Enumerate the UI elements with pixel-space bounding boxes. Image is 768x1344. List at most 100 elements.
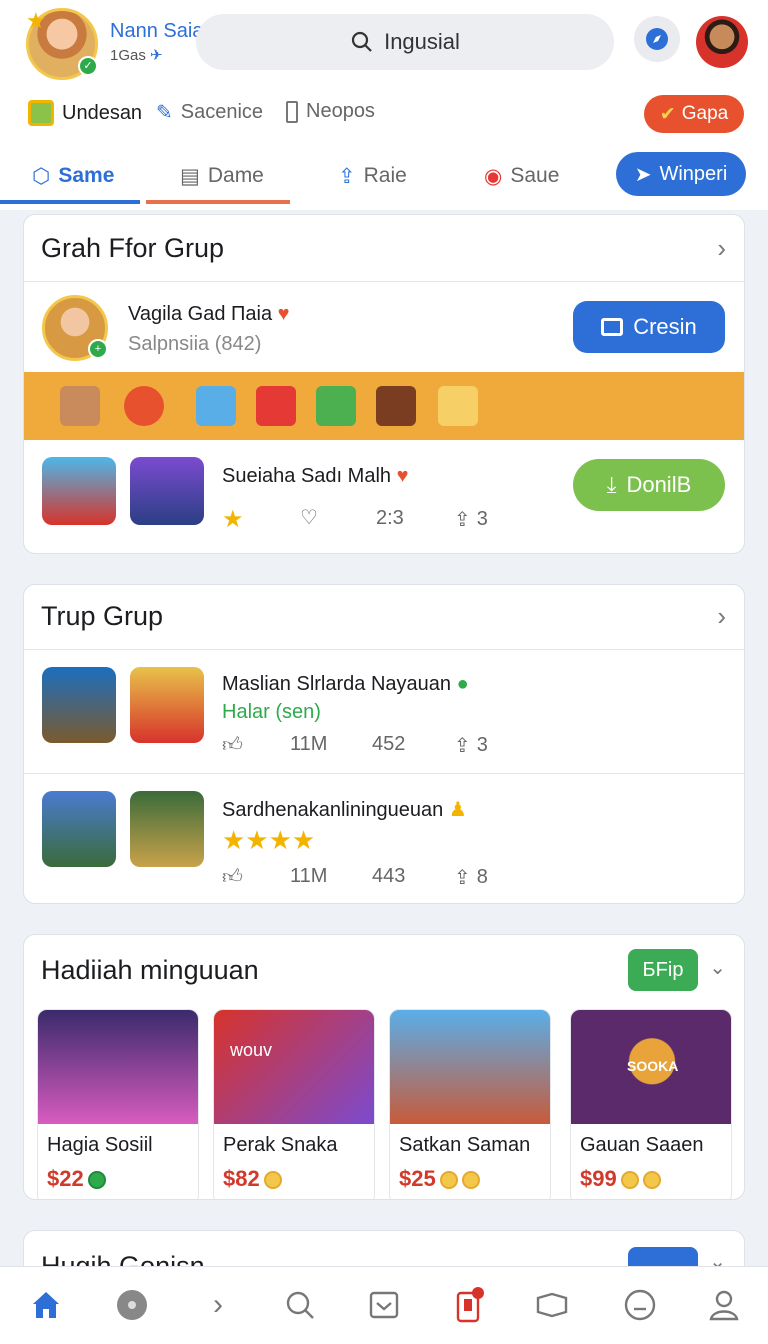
- product-banner-text: wouv: [230, 1040, 273, 1060]
- bottom-navigation: ›: [0, 1266, 768, 1344]
- verified-badge-icon: ✓: [78, 56, 98, 76]
- count-stat: 452: [372, 733, 406, 755]
- product-card[interactable]: Hagia Sosiil $22: [37, 1009, 199, 1199]
- product-card[interactable]: wouv Perak Snaka $82: [213, 1009, 375, 1199]
- winperi-button[interactable]: ➤ Winperi: [616, 152, 746, 196]
- gift-icon: [28, 100, 54, 126]
- tab-raie[interactable]: ⇪ Raie: [338, 150, 407, 202]
- subnav-item-sacenice[interactable]: ✎ Sacenice: [156, 100, 263, 125]
- views-stat: 11M: [290, 865, 328, 887]
- search-bar[interactable]: Ingusial: [196, 14, 614, 70]
- tab-active-underline: [0, 200, 140, 204]
- product-price: $25: [399, 1166, 480, 1192]
- trophy-icon: ♟: [448, 799, 467, 821]
- share-stat[interactable]: ⇪ 8: [454, 865, 488, 890]
- clipboard-icon: ▤: [180, 164, 200, 188]
- product-image: SOOKA: [571, 1010, 731, 1124]
- inbox-icon[interactable]: [366, 1287, 402, 1323]
- candy-icon[interactable]: [124, 386, 164, 426]
- views-stat: 11M: [290, 733, 328, 755]
- card-trup-grup: Trup Grup › Maslian Slrlarda Nayauan ● H…: [23, 584, 745, 904]
- donilb-button[interactable]: ⤓ DonilB: [573, 459, 725, 511]
- coin-icon: [263, 1171, 282, 1190]
- chevron-right-icon[interactable]: ›: [717, 233, 726, 264]
- like-stat[interactable]: ♡: [300, 505, 318, 530]
- phone-notification-icon[interactable]: [450, 1287, 486, 1323]
- rocket-icon: ✈: [150, 47, 163, 64]
- subnav-item-neopos[interactable]: Neopos: [286, 100, 375, 123]
- gift-icon[interactable]: [376, 386, 416, 426]
- time-stat: 2:3: [376, 507, 404, 529]
- product-image: [390, 1010, 550, 1124]
- like-stat[interactable]: 👍︎: [222, 733, 243, 757]
- game-thumbnail[interactable]: [42, 791, 116, 867]
- profile-name: Vagila Gad Паia ♥: [128, 303, 290, 325]
- tab-same[interactable]: ⬡ Same: [32, 150, 114, 202]
- tab-secondary-underline: [146, 200, 290, 204]
- row-title: Sueiaha Sadı Malh ♥: [222, 465, 409, 487]
- star-icon: ★: [26, 8, 46, 33]
- search-icon[interactable]: [282, 1287, 318, 1323]
- record-icon[interactable]: [114, 1287, 150, 1323]
- product-image: wouv: [214, 1010, 374, 1124]
- gapa-button[interactable]: ✔ Gapa: [644, 95, 744, 133]
- chevron-right-icon[interactable]: ›: [717, 601, 726, 632]
- game-thumbnail[interactable]: [42, 667, 116, 743]
- share-stat[interactable]: ⇪ 3: [454, 733, 488, 758]
- product-card[interactable]: SOOKA Gauan Saaen $99: [570, 1009, 732, 1199]
- product-card[interactable]: Satkan Saman $25: [389, 1009, 551, 1199]
- game-thumbnail[interactable]: [130, 791, 204, 867]
- like-stat[interactable]: 👍︎: [222, 865, 243, 889]
- coin-icon: [461, 1171, 480, 1190]
- share-stat[interactable]: ⇪ 3: [454, 507, 488, 532]
- heart-icon: ♥: [396, 465, 409, 487]
- card-title: Trup Grup: [41, 601, 164, 631]
- face-icon[interactable]: [622, 1287, 658, 1323]
- fip-badge[interactable]: БFip: [628, 949, 698, 991]
- row-subtitle: Halar (sen): [222, 701, 321, 723]
- thumbs-up-icon: 👍︎: [222, 866, 243, 888]
- tab-dame[interactable]: ▤ Dame: [180, 150, 264, 202]
- ticket-icon[interactable]: [534, 1287, 570, 1323]
- card-title: Hadiiah minguuan: [41, 955, 259, 985]
- verified-badge-icon: +: [88, 339, 108, 359]
- chevron-down-icon[interactable]: ⌄: [709, 955, 726, 980]
- subnav-item-undesan[interactable]: Undesan: [28, 100, 142, 126]
- heart-outline-icon: ♡: [300, 507, 318, 529]
- gift-icon[interactable]: [256, 386, 296, 426]
- row-title: Maslian Slrlarda Nayauan ●: [222, 673, 469, 695]
- card-grah-ffor-grup: Grah Ffor Grup › + Vagila Gad Паia ♥ Sal…: [23, 214, 745, 554]
- tab-saue[interactable]: ◉ Saue: [484, 150, 559, 202]
- gift-icon[interactable]: [60, 386, 100, 426]
- game-thumbnail[interactable]: [130, 667, 204, 743]
- gift-icon[interactable]: [438, 386, 478, 426]
- rating-stars: ★★★★: [222, 825, 315, 856]
- phone-icon: [286, 100, 298, 123]
- cresin-button[interactable]: Cresin: [573, 301, 725, 353]
- pen-icon: ✎: [156, 102, 173, 124]
- heart-icon: ♥: [277, 303, 290, 325]
- product-price: $22: [47, 1166, 106, 1192]
- gift-icon[interactable]: [316, 386, 356, 426]
- profile-avatar-button[interactable]: [696, 16, 748, 68]
- row-title: Sardhenakanliningueuan ♟: [222, 799, 467, 821]
- product-name: Hagia Sosiil: [47, 1134, 153, 1156]
- compass-button[interactable]: [634, 16, 680, 62]
- star-icon: ★: [222, 506, 244, 533]
- coin-icon: [439, 1171, 458, 1190]
- home-icon[interactable]: [28, 1287, 64, 1323]
- coin-icon: [642, 1171, 661, 1190]
- hexagon-icon: ⬡: [32, 164, 51, 188]
- game-thumbnail[interactable]: [130, 457, 204, 525]
- chevron-right-icon[interactable]: ›: [200, 1287, 236, 1323]
- product-name: Satkan Saman: [399, 1134, 531, 1156]
- profile-icon[interactable]: [706, 1287, 742, 1323]
- product-price: $82: [223, 1166, 282, 1192]
- card-title: Grah Ffor Grup: [41, 233, 225, 263]
- star-icon: ★★★★: [222, 825, 316, 855]
- game-thumbnail[interactable]: [42, 457, 116, 525]
- divider: [24, 773, 744, 774]
- gift-icon[interactable]: [196, 386, 236, 426]
- card-icon: [601, 318, 624, 336]
- product-price: $99: [580, 1166, 661, 1192]
